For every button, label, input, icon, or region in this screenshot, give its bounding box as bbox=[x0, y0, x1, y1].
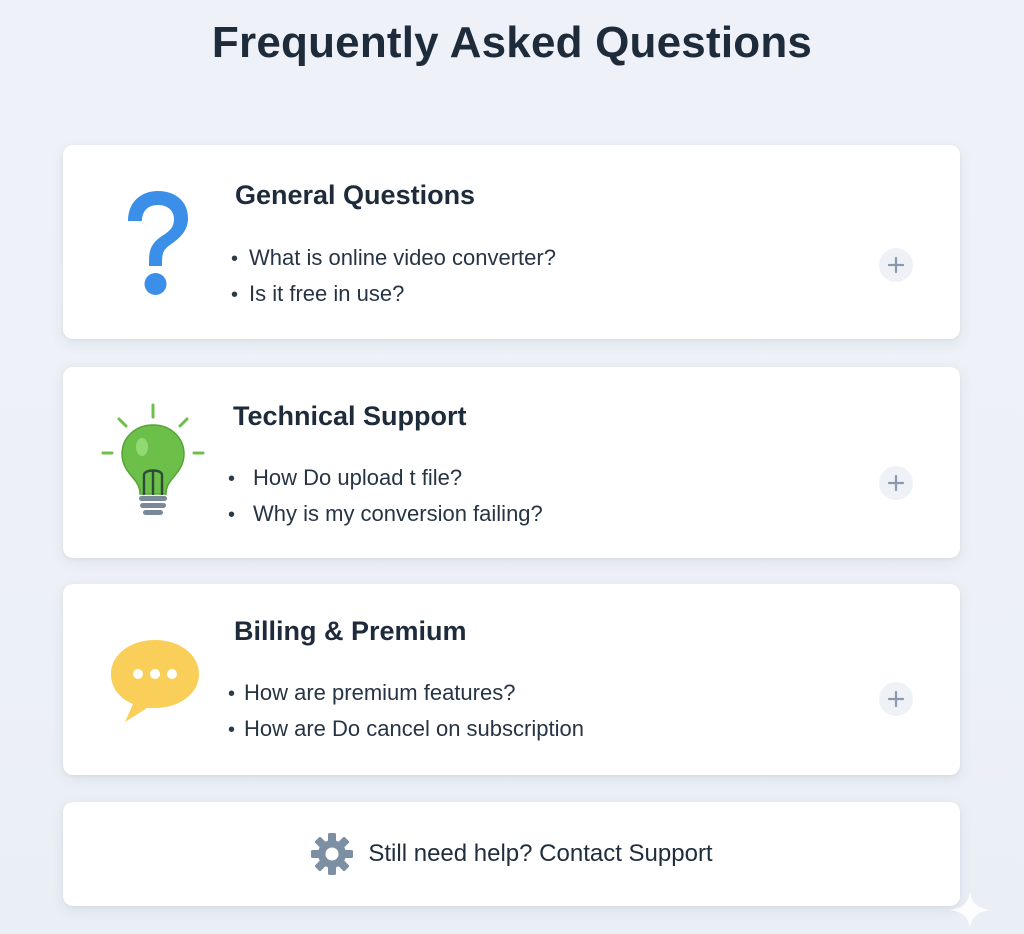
expand-button[interactable] bbox=[879, 466, 913, 500]
bullet: • bbox=[228, 504, 236, 526]
plus-icon bbox=[887, 474, 905, 492]
question-text: How are premium features? bbox=[244, 680, 516, 705]
faq-card-technical-support: Technical Support • How Do upload t file?… bbox=[63, 367, 960, 558]
question-text: How Do upload t file? bbox=[253, 465, 463, 490]
question-item[interactable]: • How are Do cancel on subscription bbox=[228, 711, 584, 747]
section-title: Technical Support bbox=[233, 401, 467, 431]
bullet: • bbox=[228, 468, 236, 490]
faq-card-billing-premium: Billing & Premium • How are premium featu… bbox=[63, 584, 960, 775]
bullet: • bbox=[231, 284, 239, 306]
bullet: • bbox=[231, 248, 239, 270]
question-item[interactable]: • How Do upload t file? bbox=[228, 460, 543, 496]
bullet: • bbox=[228, 683, 236, 705]
contact-support-label: Still need help? Contact Support bbox=[368, 840, 713, 867]
question-text: Is it free in use? bbox=[249, 281, 405, 306]
contact-support-link[interactable]: Still need help? Contact Support bbox=[63, 802, 960, 906]
question-text: How are Do cancel on subscription bbox=[244, 716, 584, 741]
question-text: What is online video converter? bbox=[249, 245, 556, 270]
gear-icon bbox=[311, 833, 354, 875]
chat-bubble-icon bbox=[111, 640, 199, 722]
lightbulb-icon bbox=[101, 403, 205, 515]
contact-support-card: Still need help? Contact Support bbox=[63, 802, 960, 906]
faq-card-general-questions: General Questions • What is online video … bbox=[63, 145, 960, 339]
question-item[interactable]: • How are premium features? bbox=[228, 675, 584, 711]
plus-icon bbox=[887, 256, 905, 274]
page-title: Frequently Asked Questions bbox=[211, 18, 813, 67]
section-title: General Questions bbox=[235, 180, 476, 210]
expand-button[interactable] bbox=[879, 682, 913, 716]
question-list: • What is online video converter? • Is it … bbox=[231, 240, 556, 312]
question-list: • How Do upload t file? • Why is my conver… bbox=[228, 460, 543, 532]
question-item[interactable]: • Is it free in use? bbox=[231, 276, 556, 312]
expand-button[interactable] bbox=[879, 248, 913, 282]
question-text: Why is my conversion failing? bbox=[253, 501, 543, 526]
question-item[interactable]: • Why is my conversion failing? bbox=[228, 496, 543, 532]
sparkle-icon bbox=[950, 892, 990, 928]
question-item[interactable]: • What is online video converter? bbox=[231, 240, 556, 276]
section-title: Billing & Premium bbox=[234, 616, 467, 646]
question-mark-icon bbox=[128, 191, 188, 295]
question-list: • How are premium features? • How are Do c… bbox=[228, 675, 584, 747]
bullet: • bbox=[228, 719, 236, 741]
plus-icon bbox=[887, 690, 905, 708]
